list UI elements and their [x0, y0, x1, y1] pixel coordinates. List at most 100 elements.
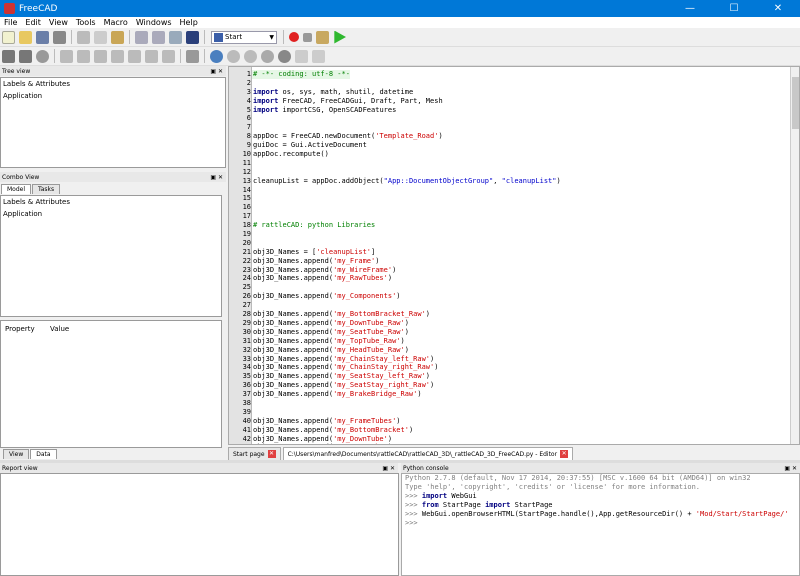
menu-windows[interactable]: Windows — [132, 18, 176, 27]
code-line[interactable]: 30 obj3D_Names.append('my_SeatTube_Raw') — [229, 328, 789, 337]
zoom-out-icon[interactable] — [312, 49, 325, 63]
panel-controls[interactable]: ▣ ✕ — [382, 465, 395, 472]
code-line[interactable]: 38 — [229, 399, 789, 408]
minimize-button[interactable]: — — [668, 0, 712, 17]
front-view-icon[interactable] — [77, 49, 90, 63]
code-line[interactable]: 18 # rattleCAD: python Libraries — [229, 221, 789, 230]
top-view-icon[interactable] — [94, 49, 107, 63]
execute-macro-icon[interactable] — [334, 30, 346, 44]
save-icon[interactable] — [36, 30, 49, 44]
menu-view[interactable]: View — [45, 18, 72, 27]
code-line[interactable]: 6 — [229, 114, 789, 123]
tree-item-labels[interactable]: Labels & Attributes — [1, 78, 225, 90]
code-line[interactable]: 7 — [229, 123, 789, 132]
refresh-icon[interactable] — [169, 30, 182, 44]
code-line[interactable]: 15 — [229, 194, 789, 203]
back-arrow-icon[interactable] — [227, 49, 240, 63]
code-line[interactable]: 3 import os, sys, math, shutil, datetime — [229, 88, 789, 97]
panel-controls[interactable]: ▣ ✕ — [784, 465, 797, 472]
forward-arrow-icon[interactable] — [244, 49, 257, 63]
stop-macro-icon[interactable] — [303, 32, 312, 42]
code-line[interactable]: 5 import importCSG, OpenSCADFeatures — [229, 106, 789, 115]
code-line[interactable]: 36 obj3D_Names.append('my_SeatStay_right_… — [229, 381, 789, 390]
tab-editor[interactable]: C:\Users\manfred\Documents\rattleCAD\rat… — [282, 447, 574, 460]
left-view-icon[interactable] — [162, 49, 175, 63]
close-icon[interactable]: ✕ — [267, 450, 276, 458]
zoom-in-icon[interactable] — [295, 49, 308, 63]
code-line[interactable]: 33 obj3D_Names.append('my_ChainStay_left_… — [229, 355, 789, 364]
right-view-icon[interactable] — [111, 49, 124, 63]
menu-edit[interactable]: Edit — [21, 18, 45, 27]
workbench-selector[interactable]: Start ▼ — [211, 30, 277, 44]
isometric-view-icon[interactable] — [60, 49, 73, 63]
code-line[interactable]: 29 obj3D_Names.append('my_DownTube_Raw') — [229, 319, 789, 328]
cut-icon[interactable] — [77, 30, 90, 44]
maximize-button[interactable]: ☐ — [712, 0, 756, 17]
tab-start-page[interactable]: Start page ✕ — [228, 447, 281, 460]
tree-item-application[interactable]: Application — [1, 208, 221, 220]
code-line[interactable]: 9 guiDoc = Gui.ActiveDocument — [229, 141, 789, 150]
code-line[interactable]: 2 — [229, 79, 789, 88]
python-console[interactable]: Python 2.7.8 (default, Nov 17 2014, 20:3… — [401, 473, 800, 576]
code-line[interactable]: 8 appDoc = FreeCAD.newDocument('Template_… — [229, 132, 789, 141]
code-line[interactable]: 17 — [229, 212, 789, 221]
panel-controls[interactable]: ▣ ✕ — [210, 174, 223, 181]
undo-icon[interactable] — [135, 30, 148, 44]
code-line[interactable]: 22 obj3D_Names.append('my_Frame') — [229, 257, 789, 266]
code-line[interactable]: 32 obj3D_Names.append('my_HeadTube_Raw') — [229, 346, 789, 355]
code-line[interactable]: 20 — [229, 239, 789, 248]
fit-selection-icon[interactable] — [19, 49, 32, 63]
copy-icon[interactable] — [94, 30, 107, 44]
code-line[interactable]: 23 obj3D_Names.append('my_WireFrame') — [229, 266, 789, 275]
tab-data[interactable]: Data — [30, 449, 57, 459]
code-line[interactable]: 42 obj3D_Names.append('my_DownTube') — [229, 435, 789, 444]
code-line[interactable]: 39 — [229, 408, 789, 417]
rear-view-icon[interactable] — [128, 49, 141, 63]
panel-controls[interactable]: ▣ ✕ — [210, 68, 223, 75]
code-line[interactable]: 26 obj3D_Names.append('my_Components') — [229, 292, 789, 301]
code-line[interactable]: 41 obj3D_Names.append('my_BottomBracket') — [229, 426, 789, 435]
redo-icon[interactable] — [152, 30, 165, 44]
tree-item-application[interactable]: Application — [1, 90, 225, 102]
code-line[interactable]: 1 # -*- coding: utf-8 -*- — [229, 70, 789, 79]
whats-this-icon[interactable] — [186, 30, 199, 44]
menu-file[interactable]: File — [0, 18, 21, 27]
close-button[interactable]: ✕ — [756, 0, 800, 17]
record-macro-icon[interactable] — [289, 32, 299, 42]
print-icon[interactable] — [53, 30, 66, 44]
vertical-scrollbar[interactable] — [790, 67, 799, 444]
draw-style-icon[interactable] — [36, 49, 49, 63]
code-line[interactable]: 24 obj3D_Names.append('my_RawTubes') — [229, 274, 789, 283]
property-column-header[interactable]: Property — [5, 325, 50, 333]
code-line[interactable]: 14 — [229, 186, 789, 195]
code-line[interactable]: 35 obj3D_Names.append('my_SeatStay_left_R… — [229, 372, 789, 381]
tab-view[interactable]: View — [3, 449, 30, 459]
code-line[interactable]: 19 — [229, 230, 789, 239]
web-globe-icon[interactable] — [210, 49, 223, 63]
stop-loading-icon[interactable] — [278, 49, 291, 63]
tree-item-labels[interactable]: Labels & Attributes — [1, 196, 221, 208]
code-editor[interactable]: 1 # -*- coding: utf-8 -*- 2 3 import os, sys… — [228, 66, 800, 445]
code-line[interactable]: 4 import FreeCAD, FreeCADGui, Draft, Part… — [229, 97, 789, 106]
menu-help[interactable]: Help — [176, 18, 202, 27]
code-line[interactable]: 21 obj3D_Names = ['cleanupList'] — [229, 248, 789, 257]
macros-icon[interactable] — [316, 30, 329, 44]
code-line[interactable]: 13 cleanupList = appDoc.addObject("App::D… — [229, 177, 789, 186]
paste-icon[interactable] — [111, 30, 124, 44]
code-line[interactable]: 25 — [229, 283, 789, 292]
menu-tools[interactable]: Tools — [72, 18, 100, 27]
code-line[interactable]: 28 obj3D_Names.append('my_BottomBracket_R… — [229, 310, 789, 319]
open-folder-icon[interactable] — [19, 30, 32, 44]
tab-tasks[interactable]: Tasks — [32, 184, 61, 194]
code-line[interactable]: 12 — [229, 168, 789, 177]
code-line[interactable]: 37 obj3D_Names.append('my_BrakeBridge_Raw… — [229, 390, 789, 399]
code-line[interactable]: 27 — [229, 301, 789, 310]
code-line[interactable]: 40 obj3D_Names.append('my_FrameTubes') — [229, 417, 789, 426]
code-line[interactable]: 16 — [229, 203, 789, 212]
menu-macro[interactable]: Macro — [100, 18, 132, 27]
fit-all-icon[interactable] — [2, 49, 15, 63]
code-line[interactable]: 34 obj3D_Names.append('my_ChainStay_right… — [229, 363, 789, 372]
close-icon[interactable]: ✕ — [560, 450, 569, 458]
code-line[interactable]: 10 appDoc.recompute() — [229, 150, 789, 159]
code-line[interactable]: 11 — [229, 159, 789, 168]
